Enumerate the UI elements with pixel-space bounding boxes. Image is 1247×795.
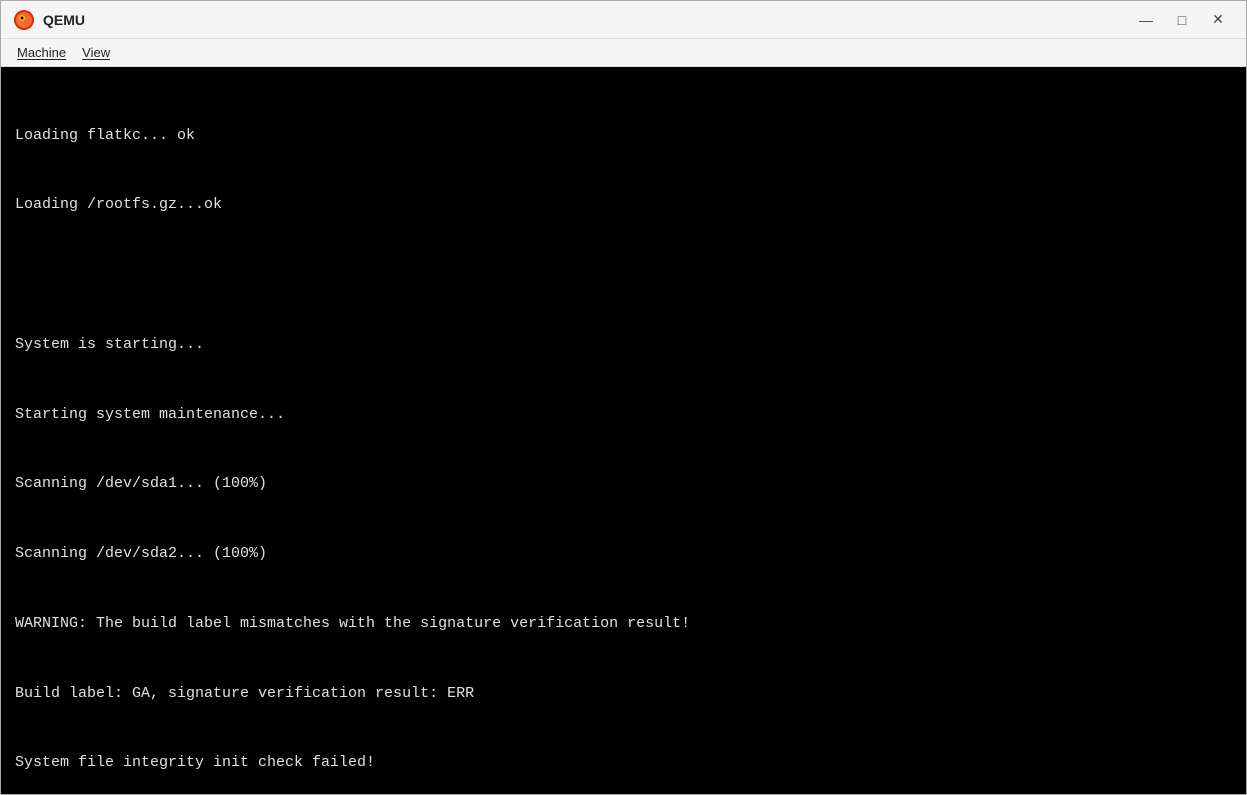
maximize-button[interactable]: □ bbox=[1166, 6, 1198, 34]
qemu-logo-icon bbox=[13, 9, 35, 31]
terminal-line-8: Build label: GA, signature verification … bbox=[15, 682, 1232, 705]
terminal-line-6: Scanning /dev/sda2... (100%) bbox=[15, 542, 1232, 565]
window-controls: — □ ✕ bbox=[1130, 6, 1234, 34]
terminal-blank-1 bbox=[15, 263, 1232, 286]
menu-machine[interactable]: Machine bbox=[9, 43, 74, 62]
terminal-line-9: System file integrity init check failed! bbox=[15, 751, 1232, 774]
terminal-area[interactable]: Loading flatkc... ok Loading /rootfs.gz.… bbox=[1, 67, 1246, 794]
terminal-line-2: Loading /rootfs.gz...ok bbox=[15, 193, 1232, 216]
terminal-line-1: Loading flatkc... ok bbox=[15, 124, 1232, 147]
terminal-line-5: Scanning /dev/sda1... (100%) bbox=[15, 472, 1232, 495]
title-bar: QEMU — □ ✕ bbox=[1, 1, 1246, 39]
terminal-line-3: System is starting... bbox=[15, 333, 1232, 356]
window-title: QEMU bbox=[43, 12, 1130, 28]
terminal-line-7: WARNING: The build label mismatches with… bbox=[15, 612, 1232, 635]
close-button[interactable]: ✕ bbox=[1202, 6, 1234, 34]
minimize-button[interactable]: — bbox=[1130, 6, 1162, 34]
menu-view[interactable]: View bbox=[74, 43, 118, 62]
terminal-line-4: Starting system maintenance... bbox=[15, 403, 1232, 426]
qemu-window: QEMU — □ ✕ Machine View Loading flatkc..… bbox=[0, 0, 1247, 795]
menu-bar: Machine View bbox=[1, 39, 1246, 67]
